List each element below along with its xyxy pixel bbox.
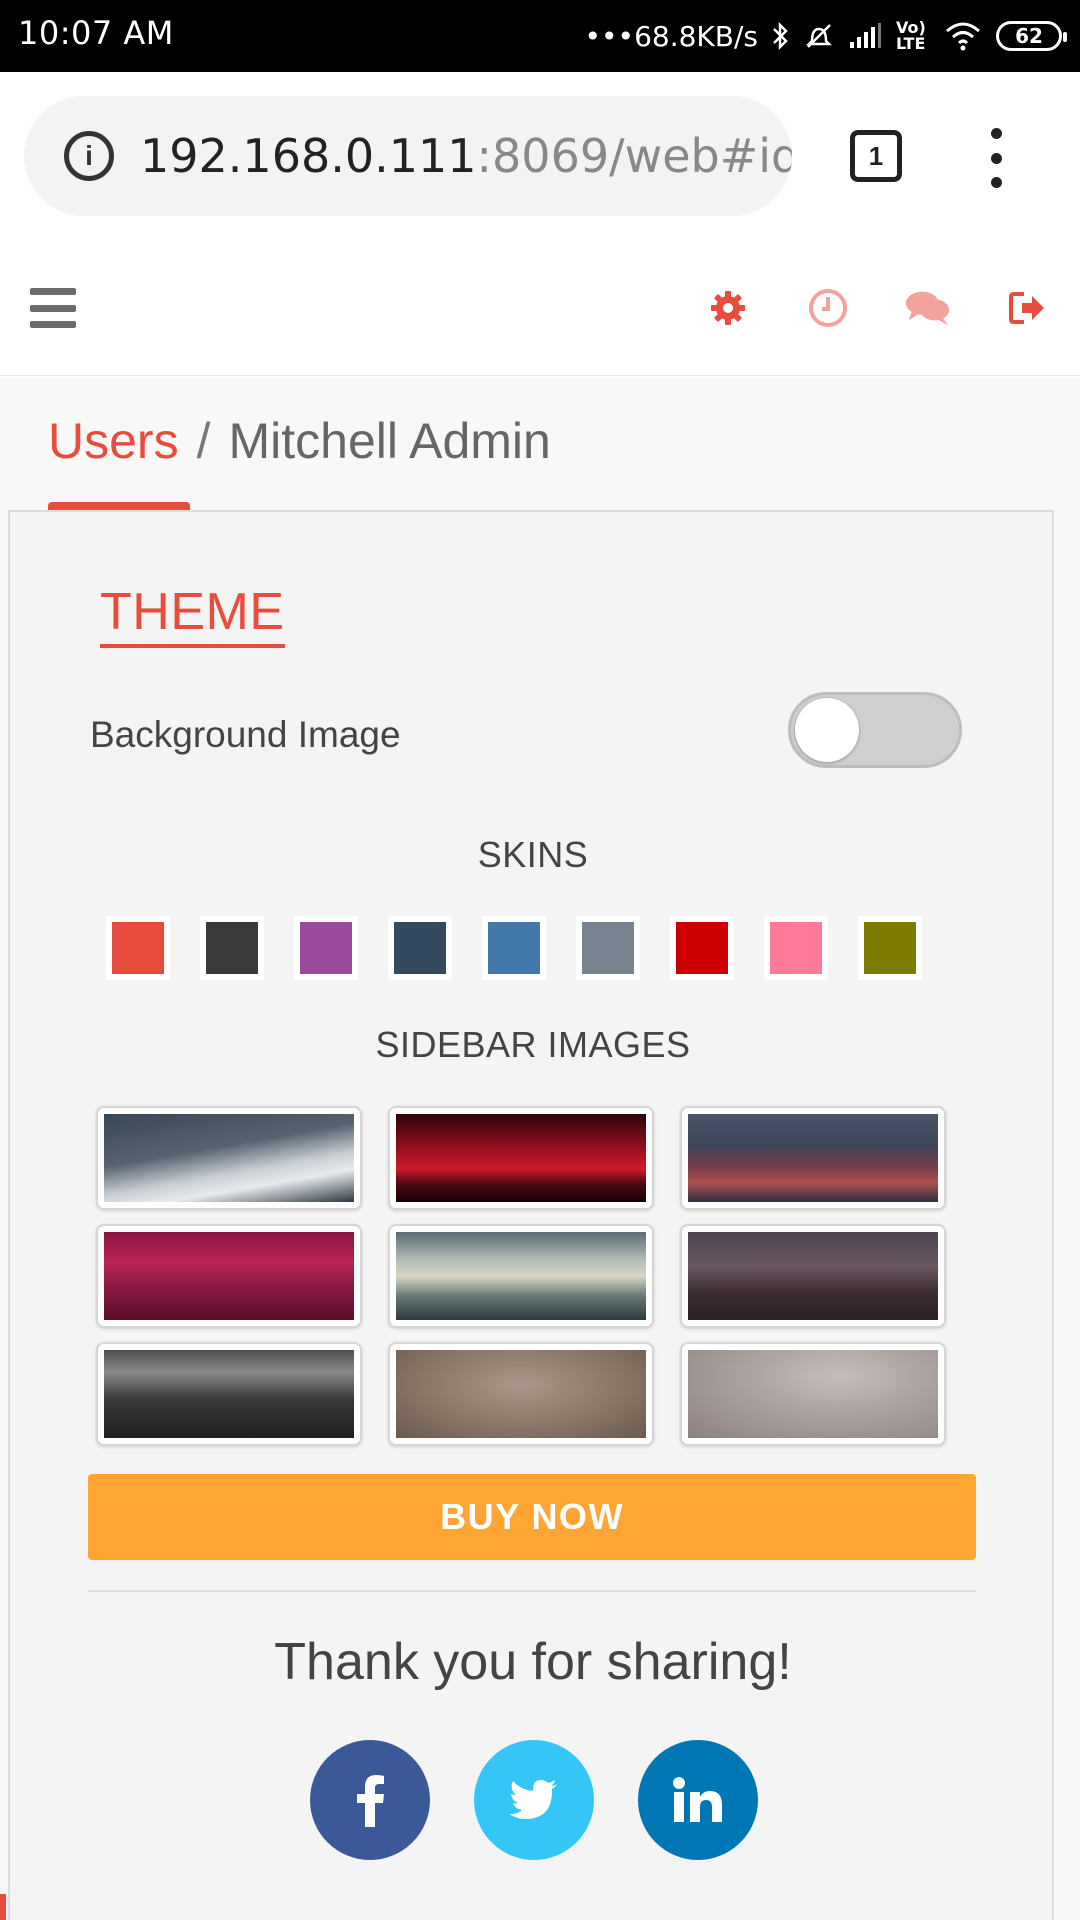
twitter-icon bbox=[509, 1780, 557, 1819]
toggle-knob bbox=[795, 698, 859, 762]
thank-you-text: Thank you for sharing! bbox=[274, 1633, 792, 1691]
status-time: 10:07 AM bbox=[18, 14, 174, 52]
twitter-share-button[interactable] bbox=[474, 1740, 594, 1860]
browser-toolbar: i 192.168.0.111:8069/web#id=2& 1 bbox=[0, 72, 1080, 240]
sidebar-image-thumb[interactable] bbox=[96, 1342, 362, 1446]
skin-swatches bbox=[112, 922, 916, 974]
sidebar-image-grid bbox=[96, 1106, 946, 1446]
breadcrumb: Users / Mitchell Admin bbox=[48, 412, 551, 470]
skin-swatch-3[interactable] bbox=[300, 922, 352, 974]
buy-now-button[interactable]: BUY NOW bbox=[88, 1474, 976, 1560]
status-bar: 10:07 AM •••68.8KB/s Vo) LTE 62 bbox=[0, 0, 1080, 72]
social-share-buttons bbox=[310, 1740, 758, 1860]
sidebar-images-title: SIDEBAR IMAGES bbox=[375, 1024, 691, 1065]
url-host: 192.168.0.111 bbox=[140, 129, 477, 183]
theme-title: THEME bbox=[100, 582, 285, 648]
tab-switcher-button[interactable]: 1 bbox=[850, 130, 902, 182]
linkedin-share-button[interactable] bbox=[638, 1740, 758, 1860]
navbar-icons bbox=[704, 284, 1052, 332]
sidebar-image-thumb[interactable] bbox=[680, 1224, 946, 1328]
hamburger-menu-icon[interactable] bbox=[30, 288, 76, 328]
background-image-toggle[interactable] bbox=[788, 692, 962, 768]
chat-icon[interactable] bbox=[904, 284, 952, 332]
skins-title: SKINS bbox=[477, 834, 589, 875]
breadcrumb-users-link[interactable]: Users bbox=[48, 413, 179, 469]
wifi-icon bbox=[944, 21, 982, 51]
divider bbox=[88, 1590, 976, 1592]
skin-swatch-6[interactable] bbox=[582, 922, 634, 974]
linkedin-icon bbox=[673, 1777, 722, 1822]
bluetooth-icon bbox=[772, 21, 790, 51]
facebook-share-button[interactable] bbox=[310, 1740, 430, 1860]
sidebar-image-thumb[interactable] bbox=[96, 1224, 362, 1328]
activity-clock-icon[interactable] bbox=[804, 284, 852, 332]
facebook-icon bbox=[357, 1775, 384, 1827]
mute-icon bbox=[804, 21, 834, 51]
info-icon[interactable]: i bbox=[64, 131, 114, 181]
battery-icon: 62 bbox=[996, 21, 1067, 51]
volte-icon: Vo) LTE bbox=[896, 18, 926, 53]
sidebar-image-thumb[interactable] bbox=[388, 1224, 654, 1328]
logout-icon[interactable] bbox=[1004, 284, 1052, 332]
url-path: :8069/web#id=2& bbox=[476, 129, 792, 183]
sidebar-image-thumb[interactable] bbox=[680, 1106, 946, 1210]
url-text[interactable]: 192.168.0.111:8069/web#id=2& bbox=[140, 129, 792, 183]
skin-swatch-9[interactable] bbox=[864, 922, 916, 974]
settings-gear-icon[interactable] bbox=[704, 284, 752, 332]
app-navbar bbox=[0, 240, 1080, 376]
sidebar-image-thumb[interactable] bbox=[680, 1342, 946, 1446]
left-edge-marker bbox=[0, 1894, 6, 1920]
network-speed: •••68.8KB/s bbox=[584, 19, 758, 53]
theme-panel: THEME Background Image SKINS SIDEBAR IMA… bbox=[8, 510, 1054, 1920]
browser-menu-icon[interactable] bbox=[984, 128, 1008, 188]
signal-icon bbox=[848, 22, 882, 50]
skin-swatch-4[interactable] bbox=[394, 922, 446, 974]
sidebar-image-thumb[interactable] bbox=[96, 1106, 362, 1210]
breadcrumb-current: Mitchell Admin bbox=[228, 413, 551, 469]
skin-swatch-7[interactable] bbox=[676, 922, 728, 974]
breadcrumb-separator: / bbox=[196, 413, 211, 469]
status-icons: •••68.8KB/s Vo) LTE 62 bbox=[584, 14, 1067, 58]
background-image-label: Background Image bbox=[90, 714, 401, 755]
sidebar-image-thumb[interactable] bbox=[388, 1342, 654, 1446]
skin-swatch-1[interactable] bbox=[112, 922, 164, 974]
sidebar-image-thumb[interactable] bbox=[388, 1106, 654, 1210]
skin-swatch-5[interactable] bbox=[488, 922, 540, 974]
skin-swatch-8[interactable] bbox=[770, 922, 822, 974]
active-tab-indicator bbox=[48, 502, 190, 510]
skin-swatch-2[interactable] bbox=[206, 922, 258, 974]
url-bar[interactable]: i 192.168.0.111:8069/web#id=2& bbox=[24, 96, 792, 216]
